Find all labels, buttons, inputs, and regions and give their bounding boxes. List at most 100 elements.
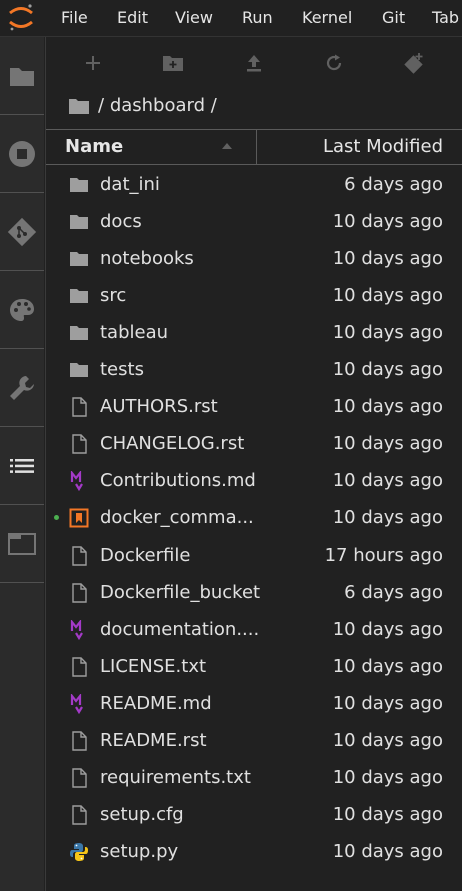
breadcrumb-separator: /: [98, 95, 105, 116]
file-name: notebooks: [100, 248, 194, 270]
file-row[interactable]: requirements.txt 10 days ago: [46, 759, 462, 796]
file-name: CHANGELOG.rst: [100, 433, 245, 455]
file-modified: 6 days ago: [344, 581, 443, 603]
window-tab-icon: [8, 532, 36, 555]
running-indicator: [54, 515, 59, 521]
git-icon: [7, 217, 37, 246]
file-name: setup.py: [100, 840, 179, 862]
file-row[interactable]: dat_ini 6 days ago: [46, 166, 462, 203]
menu-bar: File Edit View Run Kernel Git Tab: [0, 0, 462, 37]
file-modified: 10 days ago: [332, 840, 443, 862]
modified-column-header[interactable]: Last Modified: [323, 130, 443, 164]
file-name: docs: [100, 211, 142, 233]
git-clone-icon: [404, 53, 423, 74]
file-name: docker_comma...: [100, 507, 254, 529]
file-modified: 10 days ago: [332, 211, 443, 233]
file-row[interactable]: tableau 10 days ago: [46, 314, 462, 351]
menu-git[interactable]: Git: [382, 0, 405, 36]
folder-icon: [69, 323, 89, 343]
refresh-button[interactable]: [322, 51, 346, 75]
file-modified: 17 hours ago: [324, 544, 443, 566]
palette-icon: [10, 298, 34, 321]
wrench-icon: [10, 375, 34, 400]
folder-icon: [69, 286, 89, 306]
folder-icon: [69, 212, 89, 232]
file-browser-panel: / dashboard / Name Last Modified dat_ini…: [45, 37, 462, 891]
tabs-tab[interactable]: [0, 505, 44, 583]
file-modified: 10 days ago: [332, 507, 443, 529]
new-launcher-button[interactable]: [81, 51, 105, 75]
file-modified: 10 days ago: [332, 470, 443, 492]
file-icon: [69, 656, 89, 677]
file-name: tests: [100, 359, 144, 381]
property-inspector-tab[interactable]: [0, 271, 44, 349]
table-of-contents-tab[interactable]: [0, 427, 44, 505]
file-modified: 10 days ago: [332, 766, 443, 788]
markdown-icon: [69, 470, 89, 492]
folder-icon: [69, 360, 89, 380]
notebook-icon: [69, 508, 89, 528]
name-column-header[interactable]: Name: [65, 130, 123, 164]
file-icon: [69, 582, 89, 603]
git-clone-button[interactable]: [402, 51, 426, 75]
file-icon: [69, 545, 89, 566]
file-row[interactable]: README.md 10 days ago: [46, 685, 462, 722]
file-row[interactable]: setup.cfg 10 days ago: [46, 796, 462, 833]
file-row[interactable]: CHANGELOG.rst 10 days ago: [46, 425, 462, 462]
git-tab[interactable]: [0, 193, 44, 271]
file-row[interactable]: documentation.... 10 days ago: [46, 611, 462, 648]
file-row[interactable]: LICENSE.txt 10 days ago: [46, 648, 462, 685]
new-folder-button[interactable]: [161, 51, 185, 75]
file-row[interactable]: AUTHORS.rst 10 days ago: [46, 388, 462, 425]
file-modified: 10 days ago: [332, 618, 443, 640]
file-browser-toolbar: [46, 37, 462, 89]
file-row[interactable]: README.rst 10 days ago: [46, 722, 462, 759]
menu-view[interactable]: View: [175, 0, 213, 36]
file-icon: [69, 731, 89, 751]
file-modified: 10 days ago: [332, 248, 443, 270]
file-row[interactable]: setup.py 10 days ago: [46, 833, 462, 870]
file-name: README.md: [100, 692, 212, 714]
file-row[interactable]: notebooks 10 days ago: [46, 240, 462, 277]
file-list-header: Name Last Modified: [46, 129, 462, 165]
home-folder-icon[interactable]: [68, 97, 90, 115]
file-modified: 10 days ago: [332, 396, 443, 418]
file-modified: 10 days ago: [332, 803, 443, 825]
file-modified: 10 days ago: [332, 729, 443, 751]
upload-icon: [247, 55, 261, 72]
breadcrumb-folder-dashboard[interactable]: dashboard: [110, 93, 205, 119]
file-name: LICENSE.txt: [100, 655, 207, 677]
jupyter-logo[interactable]: [6, 2, 36, 32]
file-name: setup.cfg: [100, 803, 184, 825]
file-row[interactable]: Dockerfile 17 hours ago: [46, 537, 462, 574]
folder-icon: [10, 67, 34, 86]
plus-icon: [86, 56, 100, 70]
folder-icon: [69, 175, 89, 195]
menu-kernel[interactable]: Kernel: [302, 0, 352, 36]
upload-button[interactable]: [242, 51, 266, 75]
extensions-tab[interactable]: [0, 349, 44, 427]
running-sessions-tab[interactable]: [0, 115, 44, 193]
file-icon: [69, 397, 89, 417]
file-row[interactable]: docker_comma... 10 days ago: [46, 499, 462, 536]
file-name: requirements.txt: [100, 766, 251, 788]
breadcrumb-trailing-separator: /: [210, 95, 217, 116]
file-row[interactable]: src 10 days ago: [46, 277, 462, 314]
file-row[interactable]: tests 10 days ago: [46, 351, 462, 388]
file-name: documentation....: [100, 618, 260, 640]
menu-file[interactable]: File: [61, 0, 88, 36]
sort-ascending-icon: [222, 143, 232, 149]
file-row[interactable]: Contributions.md 10 days ago: [46, 462, 462, 499]
file-row[interactable]: Dockerfile_bucket 6 days ago: [46, 574, 462, 611]
column-divider[interactable]: [256, 130, 257, 164]
list-icon: [10, 458, 34, 473]
menu-run[interactable]: Run: [242, 0, 273, 36]
file-name: AUTHORS.rst: [100, 396, 218, 418]
menu-tab[interactable]: Tab: [432, 0, 459, 36]
file-row[interactable]: docs 10 days ago: [46, 203, 462, 240]
new-folder-icon: [163, 56, 183, 71]
file-modified: 10 days ago: [332, 692, 443, 714]
file-browser-tab[interactable]: [0, 37, 44, 115]
file-icon: [69, 434, 89, 455]
menu-edit[interactable]: Edit: [117, 0, 148, 36]
